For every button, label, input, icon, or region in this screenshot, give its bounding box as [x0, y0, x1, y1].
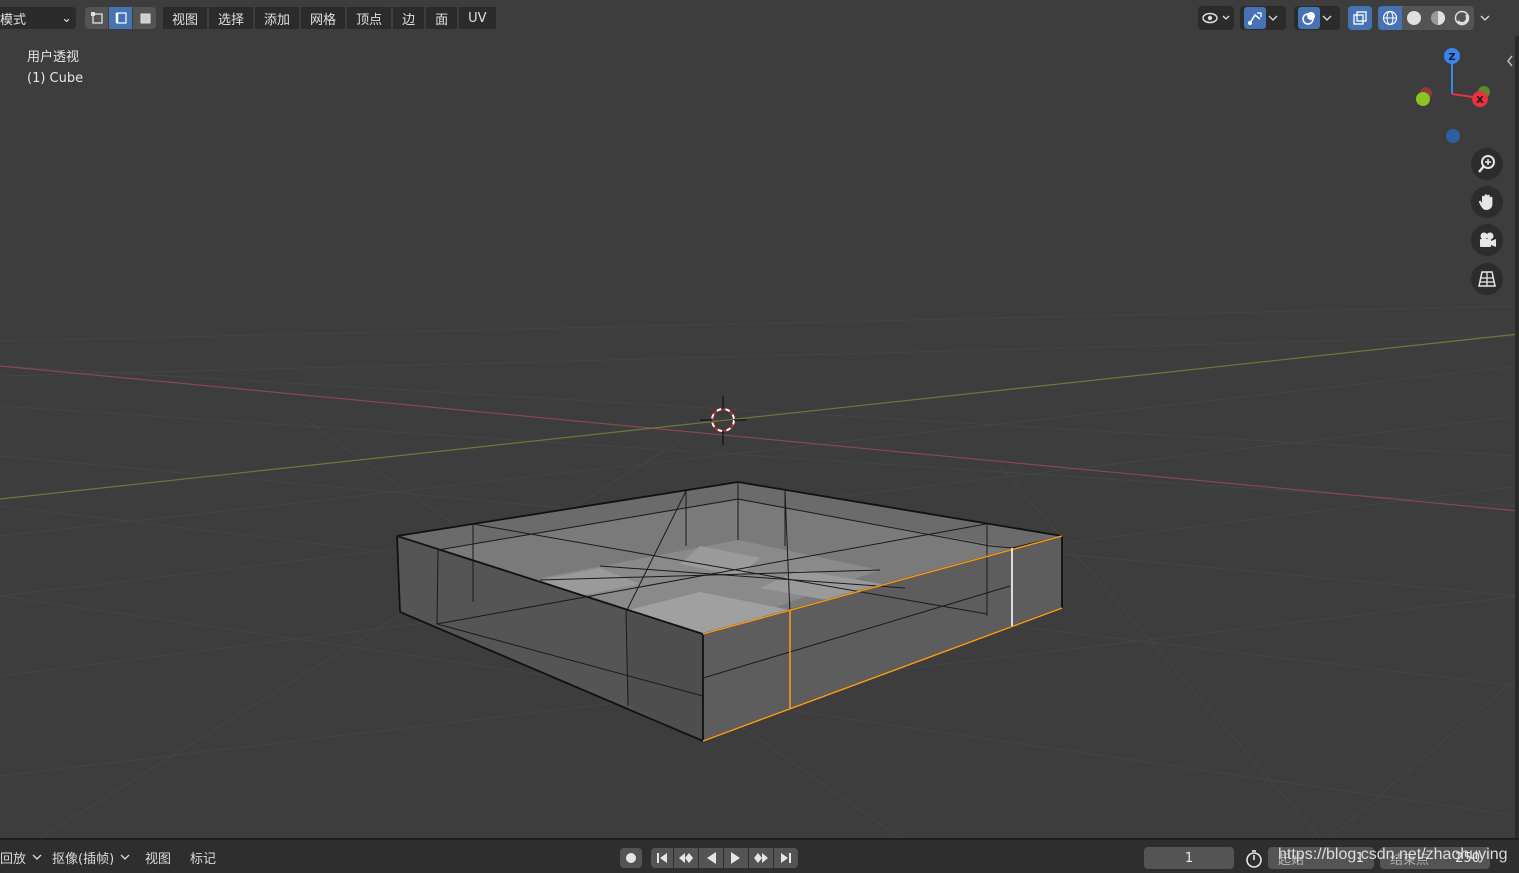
face-select-button[interactable]	[133, 7, 156, 29]
zoom-button[interactable]	[1471, 148, 1503, 180]
perspective-toggle-button[interactable]	[1471, 263, 1503, 295]
material-sphere-icon	[1431, 11, 1445, 25]
play-reverse-icon	[707, 852, 716, 864]
chevron-down-icon	[120, 854, 130, 860]
solid-shading-button[interactable]	[1402, 6, 1426, 30]
gizmo-toggle[interactable]	[1240, 6, 1286, 30]
overlay-toggle[interactable]	[1294, 6, 1340, 30]
menu-edge[interactable]: 边	[393, 7, 425, 29]
xray-icon	[1353, 11, 1367, 25]
grid-perspective-icon	[1478, 271, 1496, 287]
gizmo-x-label: X	[1476, 95, 1484, 106]
menu-add[interactable]: 添加	[255, 7, 300, 29]
chevron-down-icon	[1480, 15, 1490, 21]
shading-options-dropdown[interactable]	[1476, 6, 1496, 30]
wireframe-shading-button[interactable]	[1378, 6, 1402, 30]
stopwatch-icon[interactable]	[1244, 849, 1264, 873]
edge-select-icon	[115, 12, 127, 24]
chevron-down-icon: ⌄	[61, 10, 72, 26]
shading-group	[1378, 6, 1474, 30]
viewport-header: 模式 ⌄ 视图 选择 添加 网格 顶点 边 面 UV	[0, 0, 1519, 36]
menu-view[interactable]: 视图	[163, 7, 208, 29]
record-button[interactable]	[620, 848, 642, 868]
record-icon	[626, 853, 636, 863]
gizmo-icon	[1244, 7, 1266, 29]
play-button[interactable]	[724, 848, 748, 868]
face-select-icon	[140, 13, 150, 24]
chevron-down-icon	[1322, 15, 1332, 21]
menu-mesh[interactable]: 网格	[301, 7, 346, 29]
eye-icon	[1202, 12, 1230, 24]
next-keyframe-button[interactable]	[749, 848, 773, 868]
solid-sphere-icon	[1407, 11, 1421, 25]
y-axis-line	[0, 333, 1519, 500]
next-keyframe-icon	[754, 853, 768, 863]
material-shading-button[interactable]	[1426, 6, 1450, 30]
keying-dropdown[interactable]: 抠像(插帧)	[52, 846, 134, 868]
jump-end-button[interactable]	[774, 848, 798, 868]
overlay-icon	[1298, 7, 1320, 29]
camera-view-button[interactable]	[1471, 224, 1503, 256]
jump-end-icon	[781, 853, 791, 863]
visibility-dropdown[interactable]	[1198, 6, 1234, 30]
current-frame-field[interactable]: 1	[1144, 847, 1234, 869]
prev-keyframe-icon	[679, 853, 693, 863]
prev-keyframe-button[interactable]	[674, 848, 698, 868]
menu-face[interactable]: 面	[426, 7, 458, 29]
rendered-sphere-icon	[1454, 10, 1470, 26]
chevron-down-icon	[1268, 15, 1278, 21]
rendered-shading-button[interactable]	[1450, 6, 1474, 30]
wireframe-sphere-icon	[1382, 10, 1398, 26]
jump-start-icon	[657, 853, 667, 863]
view-name-label: 用户透视	[27, 50, 80, 65]
pan-button[interactable]	[1471, 186, 1503, 218]
playback-label: 回放	[0, 851, 27, 867]
keying-label: 抠像(插帧)	[52, 851, 115, 867]
camera-icon	[1480, 232, 1496, 247]
watermark-text: https://blog.csdn.net/zhaohuying	[1278, 846, 1508, 863]
mode-label: 模式	[0, 12, 27, 28]
chevron-down-icon	[32, 854, 42, 860]
menu-select[interactable]: 选择	[209, 7, 254, 29]
3d-viewport[interactable]: 用户透视 (1) Cube X Z	[0, 36, 1519, 838]
select-mode-group	[85, 7, 157, 29]
zoom-icon	[1478, 155, 1495, 173]
active-object-label: (1) Cube	[27, 71, 84, 86]
timeline-menu-view[interactable]: 视图	[145, 848, 171, 867]
viewport-scene	[0, 305, 1519, 838]
vertex-select-icon	[90, 12, 103, 24]
header-right-tools	[1198, 5, 1496, 31]
playback-dropdown[interactable]: 回放	[0, 846, 46, 868]
edge-select-button[interactable]	[109, 7, 132, 29]
cube-mesh	[396, 481, 1063, 742]
play-reverse-button[interactable]	[699, 848, 723, 868]
menu-bar: 视图 选择 添加 网格 顶点 边 面 UV	[163, 7, 498, 29]
navigation-gizmo[interactable]: X Z	[1410, 42, 1510, 152]
menu-uv[interactable]: UV	[459, 7, 496, 29]
play-icon	[731, 852, 740, 864]
gizmo-z-label: Z	[1448, 52, 1455, 63]
xray-toggle[interactable]	[1348, 6, 1372, 30]
menu-vertex[interactable]: 顶点	[347, 7, 392, 29]
hand-icon	[1478, 194, 1493, 210]
mode-dropdown[interactable]: 模式 ⌄	[0, 7, 76, 29]
viewport-right-border	[1515, 36, 1519, 838]
vertex-select-button[interactable]	[85, 7, 108, 29]
jump-start-button[interactable]	[651, 848, 673, 868]
timeline-menu-marker[interactable]: 标记	[190, 848, 216, 867]
